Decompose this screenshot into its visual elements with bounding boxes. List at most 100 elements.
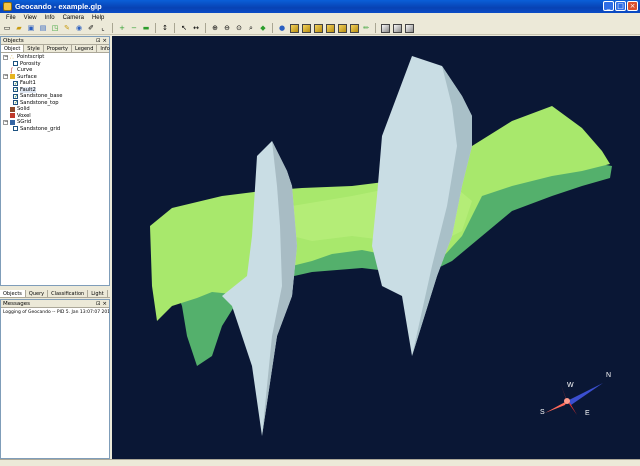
3d-viewport[interactable]: N W S E — [112, 36, 640, 459]
tree-item-label: Surface — [17, 73, 37, 80]
maximize-button[interactable]: □ — [615, 1, 626, 11]
toolbar: ▭ ▰ ▣ ▤ ◳ ✎ ◉ ✐ ⌞ + − ▬ ↕ ↖ ↔ ⊕ ⊖ ⊙ ⌕ ◆ … — [0, 22, 640, 35]
toolbar-separator — [155, 23, 156, 33]
save-icon[interactable]: ▣ — [26, 23, 36, 33]
render-icon[interactable]: ◉ — [74, 23, 84, 33]
edit-icon[interactable]: ✐ — [86, 23, 96, 33]
toolbar-separator — [174, 23, 175, 33]
toolbar-separator — [205, 23, 206, 33]
expand-icon[interactable]: − — [3, 119, 8, 125]
tab-legend[interactable]: Legend — [72, 45, 98, 52]
tree-item-label: SGrid — [17, 119, 32, 126]
menu-camera[interactable]: Camera — [59, 15, 88, 21]
voxel-icon — [10, 113, 15, 119]
visibility-checkbox[interactable]: ✓ — [13, 87, 18, 93]
tree-item-label: Fault2 — [20, 86, 36, 93]
view-bottom-icon[interactable] — [349, 23, 359, 33]
tree-item-label: Sandstone_base — [20, 93, 63, 100]
grid-object-icon — [10, 119, 15, 125]
window-controls: _ □ × — [603, 1, 638, 11]
tree-item-label: Porosity — [20, 60, 41, 67]
toolbar-separator — [112, 23, 113, 33]
panel-close-icon[interactable]: ⊡ × — [96, 38, 107, 44]
menu-info[interactable]: Info — [41, 15, 59, 21]
tree-item-label: Curve — [17, 67, 33, 74]
tree-item-sandstone-grid[interactable]: Sandstone_grid — [3, 126, 107, 133]
tab-classification[interactable]: Classification — [48, 290, 89, 297]
status-bar — [0, 459, 640, 466]
tab-objects[interactable]: Objects — [0, 290, 26, 297]
bottom-tabs: Objects Query Classification Light — [0, 290, 110, 298]
toolbar-separator — [375, 23, 376, 33]
view-back-icon[interactable] — [301, 23, 311, 33]
surface-icon — [10, 74, 15, 80]
tree-item-label: Solid — [17, 106, 30, 113]
visibility-checkbox[interactable] — [13, 61, 18, 67]
compass-west-label: W — [567, 382, 574, 389]
pan-icon[interactable]: ↔ — [191, 23, 201, 33]
expand-icon[interactable]: − — [3, 74, 8, 80]
curve-icon: ∫ — [10, 66, 14, 74]
zoom-box-icon[interactable]: ⊙ — [234, 23, 244, 33]
compass-rose[interactable] — [545, 383, 603, 415]
add-icon[interactable]: + — [117, 23, 127, 33]
tab-style[interactable]: Style — [24, 45, 44, 52]
view-left-icon[interactable] — [313, 23, 323, 33]
view-top-icon[interactable] — [337, 23, 347, 33]
minimize-button[interactable]: _ — [603, 1, 614, 11]
window-title: Geocando - example.glp — [15, 2, 102, 11]
print-icon[interactable]: ▤ — [38, 23, 48, 33]
grid-icon[interactable] — [392, 23, 402, 33]
script-icon[interactable]: ✎ — [62, 23, 72, 33]
zoom-out-icon[interactable]: ⊖ — [222, 23, 232, 33]
open-folder-icon[interactable]: ▰ — [14, 23, 24, 33]
view-right-icon[interactable] — [325, 23, 335, 33]
axis-icon[interactable]: ⌞ — [98, 23, 108, 33]
import-icon[interactable]: ◳ — [50, 23, 60, 33]
view-front-icon[interactable] — [289, 23, 299, 33]
tab-object[interactable]: Object — [1, 45, 25, 52]
object-tree: − ∴ Pointscript Porosity ∫ Curve − Surfa… — [1, 53, 109, 133]
perspective-icon[interactable] — [404, 23, 414, 33]
expand-icon[interactable]: − — [3, 54, 8, 60]
tab-property[interactable]: Property — [44, 45, 73, 52]
title-bar: Geocando - example.glp _ □ × — [0, 0, 640, 13]
compass-north-label: N — [606, 372, 612, 379]
messages-panel-header: Messages ⊡ × — [1, 300, 109, 308]
remove-icon[interactable]: − — [129, 23, 139, 33]
objects-panel: Objects ⊡ × Object Style Property Legend… — [0, 36, 114, 286]
messages-panel-title: Messages — [3, 300, 30, 307]
tab-query[interactable]: Query — [26, 290, 49, 297]
compass-south-label: S — [540, 409, 545, 416]
visibility-checkbox[interactable]: ✓ — [13, 100, 18, 106]
layer-icon[interactable]: ▬ — [141, 23, 151, 33]
select-pointer-icon[interactable]: ↖ — [179, 23, 189, 33]
new-file-icon[interactable]: ▭ — [2, 23, 12, 33]
zoom-fit-icon[interactable]: ⌕ — [246, 23, 256, 33]
toolbar-separator — [272, 23, 273, 33]
globe-icon[interactable]: ● — [277, 23, 287, 33]
navigate-icon[interactable]: ◆ — [258, 23, 268, 33]
tree-item-label: Fault1 — [20, 80, 36, 87]
visibility-checkbox[interactable]: ✓ — [13, 93, 18, 99]
objects-panel-title: Objects — [3, 37, 24, 44]
messages-panel: Messages ⊡ × Logging of Geocando -- PID … — [0, 299, 110, 459]
objects-tabs: Object Style Property Legend Info — [1, 45, 114, 53]
geology-scene — [150, 56, 612, 436]
compass-east-label: E — [585, 410, 590, 417]
bounding-box-icon[interactable] — [380, 23, 390, 33]
visibility-checkbox[interactable]: ✓ — [13, 80, 18, 86]
menu-file[interactable]: File — [2, 15, 20, 21]
vertical-scale-icon[interactable]: ↕ — [160, 23, 170, 33]
menu-help[interactable]: Help — [88, 15, 108, 21]
panel-close-icon[interactable]: ⊡ × — [96, 301, 107, 307]
solid-icon — [10, 106, 15, 112]
close-button[interactable]: × — [627, 1, 638, 11]
menu-view[interactable]: View — [20, 15, 41, 21]
zoom-in-icon[interactable]: ⊕ — [210, 23, 220, 33]
objects-panel-header: Objects ⊡ × — [1, 37, 109, 45]
app-icon — [3, 2, 12, 11]
tab-light[interactable]: Light — [88, 290, 108, 297]
visibility-checkbox[interactable] — [13, 126, 18, 132]
pencil-icon[interactable]: ✏ — [361, 23, 371, 33]
